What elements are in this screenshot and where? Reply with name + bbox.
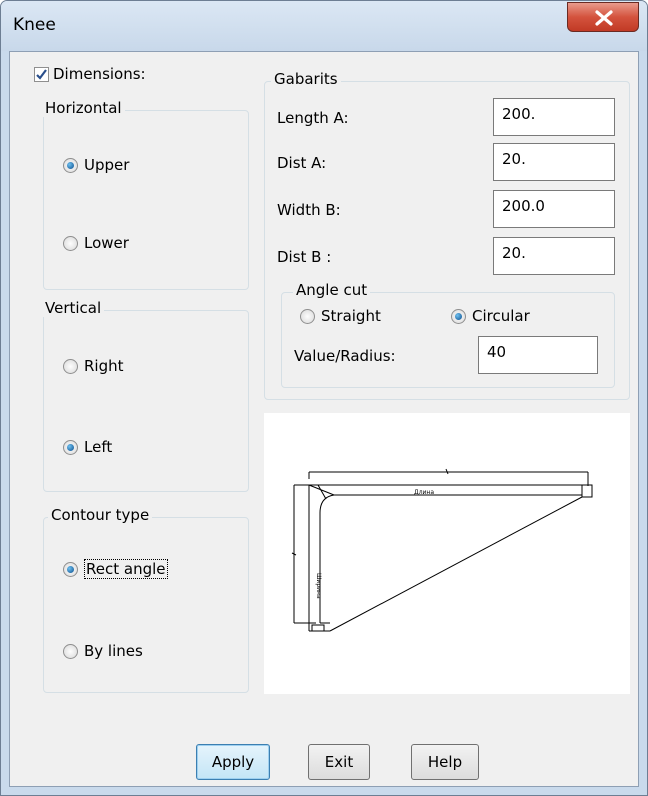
value-radius-field[interactable]: 40: [478, 336, 598, 374]
gabarits-group: Gabarits Length A: 200. Dist A: 20. Widt…: [264, 70, 630, 400]
radio-label-lower: Lower: [84, 234, 129, 252]
gabarits-legend: Gabarits: [271, 70, 341, 88]
exit-button[interactable]: Exit: [308, 744, 370, 780]
apply-button[interactable]: Apply: [196, 744, 270, 780]
horizontal-legend: Horizontal: [42, 99, 125, 117]
radio-button-straight[interactable]: [300, 308, 315, 324]
preview-width-text: Ширина: [315, 573, 322, 599]
preview-length-text: Длина: [414, 489, 434, 496]
radio-lower[interactable]: Lower: [63, 234, 129, 252]
window-title: Knee: [13, 15, 56, 35]
radio-button-lower[interactable]: [63, 235, 78, 251]
radio-circular[interactable]: Circular: [451, 307, 530, 325]
radio-by-lines[interactable]: By lines: [63, 642, 143, 660]
radio-left[interactable]: Left: [63, 438, 112, 456]
width-b-field[interactable]: 200.0: [493, 190, 615, 228]
dimensions-checkbox[interactable]: [34, 66, 49, 82]
value-radius-label: Value/Radius:: [294, 347, 396, 365]
dist-b-label: Dist B :: [277, 248, 332, 266]
knee-preview-panel: Длина Ширина: [264, 413, 630, 694]
knee-dialog-window: Knee Dimensions: Horizontal Upper Lower …: [0, 0, 648, 796]
radio-button-left[interactable]: [63, 439, 78, 455]
length-a-field[interactable]: 200.: [493, 98, 615, 136]
horizontal-group: Horizontal Upper Lower: [42, 99, 249, 290]
width-b-label: Width B:: [277, 201, 341, 219]
title-bar[interactable]: Knee: [1, 1, 647, 51]
dialog-client-area: Dimensions: Horizontal Upper Lower Verti…: [9, 51, 639, 787]
angle-cut-group: Angle cut Straight Circular Value/Radius…: [281, 281, 615, 388]
dist-b-field[interactable]: 20.: [493, 237, 615, 275]
radio-label-by-lines: By lines: [84, 642, 143, 660]
contour-legend: Contour type: [48, 506, 153, 524]
radio-straight[interactable]: Straight: [300, 307, 381, 325]
radio-label-circular: Circular: [472, 307, 530, 325]
dimensions-checkbox-row[interactable]: Dimensions:: [34, 65, 146, 83]
radio-button-by-lines[interactable]: [63, 643, 78, 659]
length-a-label: Length A:: [277, 109, 349, 127]
radio-right[interactable]: Right: [63, 357, 124, 375]
vertical-group: Vertical Right Left: [42, 299, 249, 492]
dist-a-field[interactable]: 20.: [493, 143, 615, 181]
help-button[interactable]: Help: [411, 744, 479, 780]
radio-button-circular[interactable]: [451, 308, 466, 324]
radio-rect-angle[interactable]: Rect angle: [63, 559, 168, 579]
radio-button-right[interactable]: [63, 358, 78, 374]
radio-upper[interactable]: Upper: [63, 156, 129, 174]
dimensions-label: Dimensions:: [53, 65, 146, 83]
radio-button-rect-angle[interactable]: [63, 561, 78, 577]
radio-label-left: Left: [84, 438, 113, 456]
knee-preview-drawing: Длина Ширина: [291, 468, 593, 632]
radio-label-straight: Straight: [321, 307, 381, 325]
radio-label-right: Right: [84, 357, 124, 375]
vertical-legend: Vertical: [42, 299, 105, 317]
radio-button-upper[interactable]: [63, 157, 78, 173]
close-button[interactable]: [567, 2, 639, 32]
checkmark-icon: [36, 68, 47, 80]
radio-label-rect-angle: Rect angle: [84, 559, 168, 579]
contour-type-group: Contour type Rect angle By lines: [43, 506, 249, 693]
close-icon: [595, 10, 613, 26]
radio-label-upper: Upper: [84, 156, 130, 174]
dist-a-label: Dist A:: [277, 154, 327, 172]
angle-cut-legend: Angle cut: [293, 281, 371, 299]
